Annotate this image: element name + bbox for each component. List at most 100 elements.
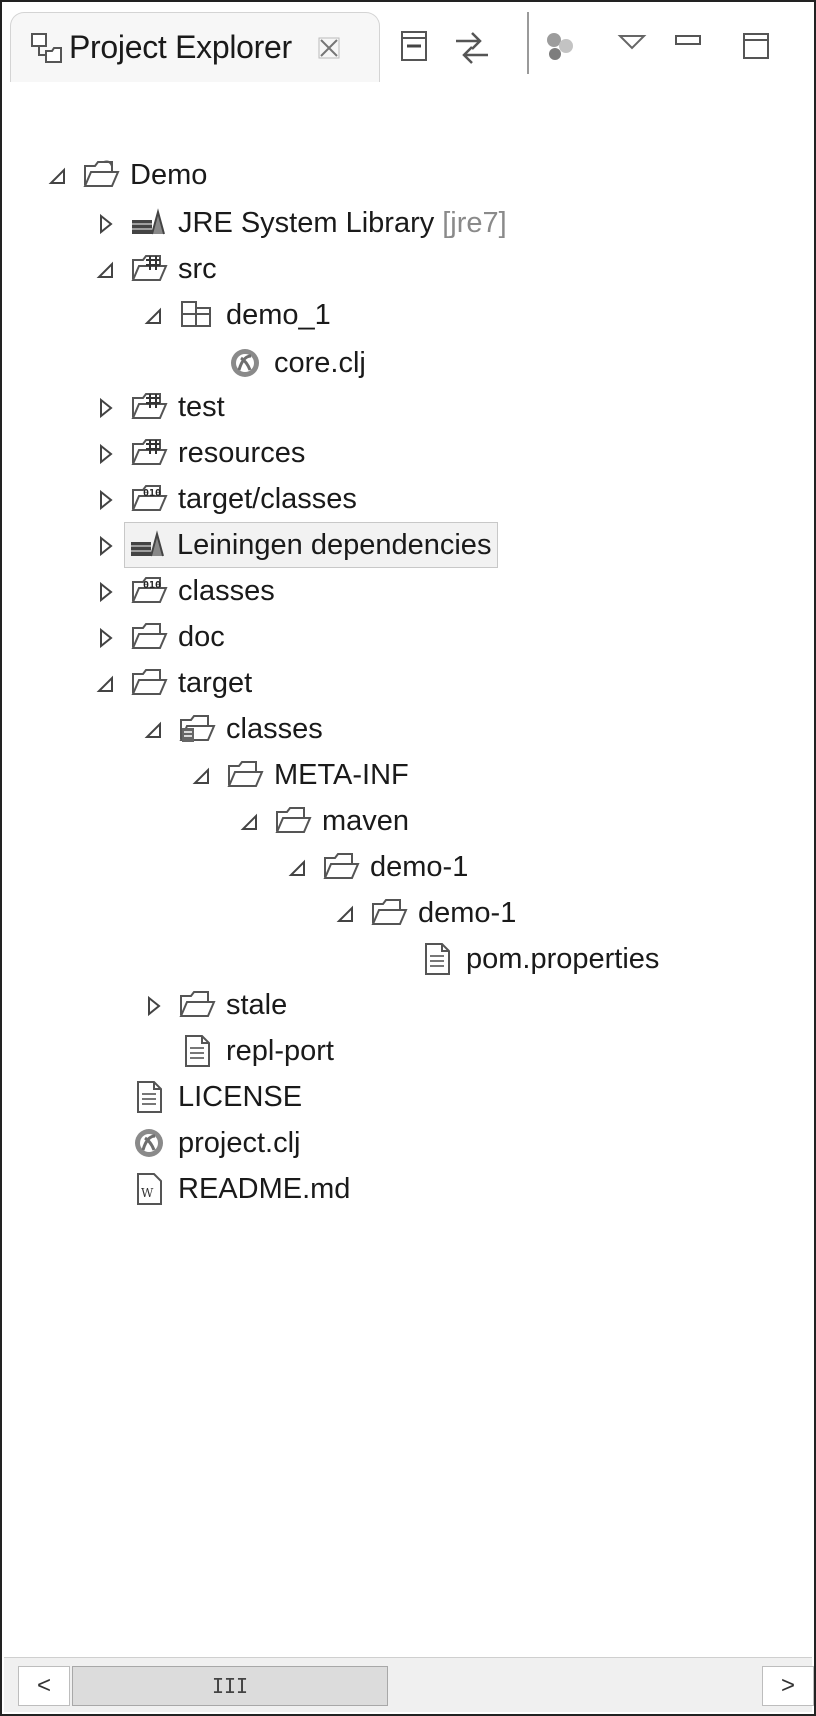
tree-item[interactable]: META-INF: [190, 752, 409, 798]
tree-item[interactable]: Leiningen dependencies: [94, 522, 499, 568]
tree-item-label: maven: [322, 804, 410, 837]
tree-item-content[interactable]: core.clj: [226, 346, 366, 380]
view-menu-icon[interactable]: [614, 28, 650, 64]
folder-icon: [274, 804, 312, 838]
collapse-arrow-icon[interactable]: [94, 579, 118, 603]
collapse-arrow-icon[interactable]: [94, 395, 118, 419]
tree-item-content[interactable]: 010 target/classes: [130, 482, 357, 516]
tree-item-content[interactable]: project.clj: [130, 1126, 301, 1160]
link-with-editor-icon[interactable]: [452, 28, 488, 64]
tree-item-label: Leiningen dependencies: [177, 528, 492, 561]
expand-arrow-icon[interactable]: [142, 717, 166, 741]
folder-icon: [322, 850, 360, 884]
tree-item-content[interactable]: repl-port: [178, 1034, 334, 1068]
collapse-arrow-icon[interactable]: [94, 441, 118, 465]
tree-item-content[interactable]: META-INF: [226, 758, 409, 792]
tree-item-content[interactable]: Leiningen dependencies: [124, 522, 499, 568]
collapse-arrow-icon[interactable]: [94, 533, 118, 557]
tree-item-label: repl-port: [226, 1034, 334, 1067]
tree-item[interactable]: 010 classes: [94, 568, 275, 614]
tree-item-content[interactable]: resources: [130, 436, 305, 470]
tree-item[interactable]: repl-port: [142, 1028, 334, 1074]
tree-item-label: demo_1: [226, 298, 331, 331]
tree-item-label: core.clj: [274, 346, 366, 379]
class-folder-icon: 010: [130, 574, 168, 608]
tree-item[interactable]: demo-1: [286, 844, 468, 890]
tree-item-content[interactable]: W README.md: [130, 1172, 350, 1206]
tree-item-content[interactable]: Demo: [82, 158, 207, 192]
tree-item-label: demo-1: [418, 896, 517, 929]
tree-item[interactable]: project.clj: [94, 1120, 301, 1166]
text-file-icon: [418, 942, 456, 976]
tree-item[interactable]: resources: [94, 430, 305, 476]
tree-item-label: target: [178, 666, 253, 699]
tree-item-content[interactable]: maven: [274, 804, 409, 838]
scrollbar-thumb[interactable]: III: [72, 1666, 388, 1706]
tree-item-label: test: [178, 390, 225, 423]
expand-arrow-icon[interactable]: [94, 671, 118, 695]
tree-item-label: doc: [178, 620, 225, 653]
tree-item[interactable]: LICENSE: [94, 1074, 302, 1120]
tree-item[interactable]: W README.md: [94, 1166, 350, 1212]
tree-item[interactable]: JRE System Library [jre7]: [94, 200, 507, 246]
tree-item[interactable]: maven: [238, 798, 409, 844]
tree-item[interactable]: 010 target/classes: [94, 476, 357, 522]
tree-item-content[interactable]: doc: [130, 620, 225, 654]
folder-icon: [130, 620, 168, 654]
scroll-right-button[interactable]: >: [762, 1666, 814, 1706]
tree-item[interactable]: test: [94, 384, 225, 430]
tree-item[interactable]: demo-1: [334, 890, 516, 936]
collapse-arrow-icon[interactable]: [94, 625, 118, 649]
tree-item[interactable]: doc: [94, 614, 225, 660]
maximize-icon[interactable]: [738, 28, 774, 64]
tab-project-explorer[interactable]: Project Explorer: [10, 12, 380, 82]
expand-arrow-icon[interactable]: [46, 163, 70, 187]
minimize-icon[interactable]: [670, 28, 706, 64]
library-icon: [130, 206, 168, 240]
tree-item[interactable]: target: [94, 660, 252, 706]
tree-item-content[interactable]: src: [130, 252, 217, 286]
expand-arrow-icon[interactable]: [190, 763, 214, 787]
expand-arrow-icon[interactable]: [142, 303, 166, 327]
expand-arrow-icon[interactable]: [94, 257, 118, 281]
tree-item-content[interactable]: target: [130, 666, 252, 700]
tree-item[interactable]: demo_1: [142, 292, 331, 338]
tree-item-content[interactable]: 010 classes: [130, 574, 275, 608]
tree-item[interactable]: src: [94, 246, 217, 292]
tree-item-label: LICENSE: [178, 1080, 303, 1113]
tree-item-content[interactable]: test: [130, 390, 225, 424]
collapse-arrow-icon[interactable]: [142, 993, 166, 1017]
collapse-all-icon[interactable]: [396, 28, 432, 64]
source-folder-icon: [130, 436, 168, 470]
tree-item-content[interactable]: LICENSE: [130, 1080, 302, 1114]
collapse-arrow-icon[interactable]: [94, 211, 118, 235]
repl-icon[interactable]: [542, 28, 578, 64]
tree-item[interactable]: Demo: [46, 152, 207, 198]
tree-item-label: stale: [226, 988, 288, 1021]
tree-item-content[interactable]: classes: [178, 712, 323, 746]
tree-item[interactable]: classes: [142, 706, 323, 752]
tree-item[interactable]: pom.properties: [382, 936, 659, 982]
expand-arrow-icon[interactable]: [238, 809, 262, 833]
tree-item-content[interactable]: pom.properties: [418, 942, 659, 976]
tree-item-label: README.md: [178, 1172, 351, 1205]
tree-item-content[interactable]: demo_1: [178, 298, 331, 332]
project-explorer-icon: [29, 31, 63, 65]
tree-item[interactable]: core.clj: [190, 340, 366, 386]
expand-arrow-icon[interactable]: [334, 901, 358, 925]
tree-item-label: project.clj: [178, 1126, 301, 1159]
folder-icon: [370, 896, 408, 930]
collapse-arrow-icon[interactable]: [94, 487, 118, 511]
source-folder-icon: [130, 390, 168, 424]
horizontal-scrollbar[interactable]: < III >: [4, 1657, 814, 1712]
tree-item-content[interactable]: demo-1: [370, 896, 516, 930]
tree-item-content[interactable]: stale: [178, 988, 287, 1022]
tree-item-content[interactable]: demo-1: [322, 850, 468, 884]
close-icon[interactable]: [318, 37, 340, 59]
folder-icon: [178, 988, 216, 1022]
package-icon: [178, 298, 216, 332]
tree-item[interactable]: stale: [142, 982, 287, 1028]
expand-arrow-icon[interactable]: [286, 855, 310, 879]
scroll-left-button[interactable]: <: [18, 1666, 70, 1706]
tree-item-content[interactable]: JRE System Library [jre7]: [130, 206, 507, 240]
